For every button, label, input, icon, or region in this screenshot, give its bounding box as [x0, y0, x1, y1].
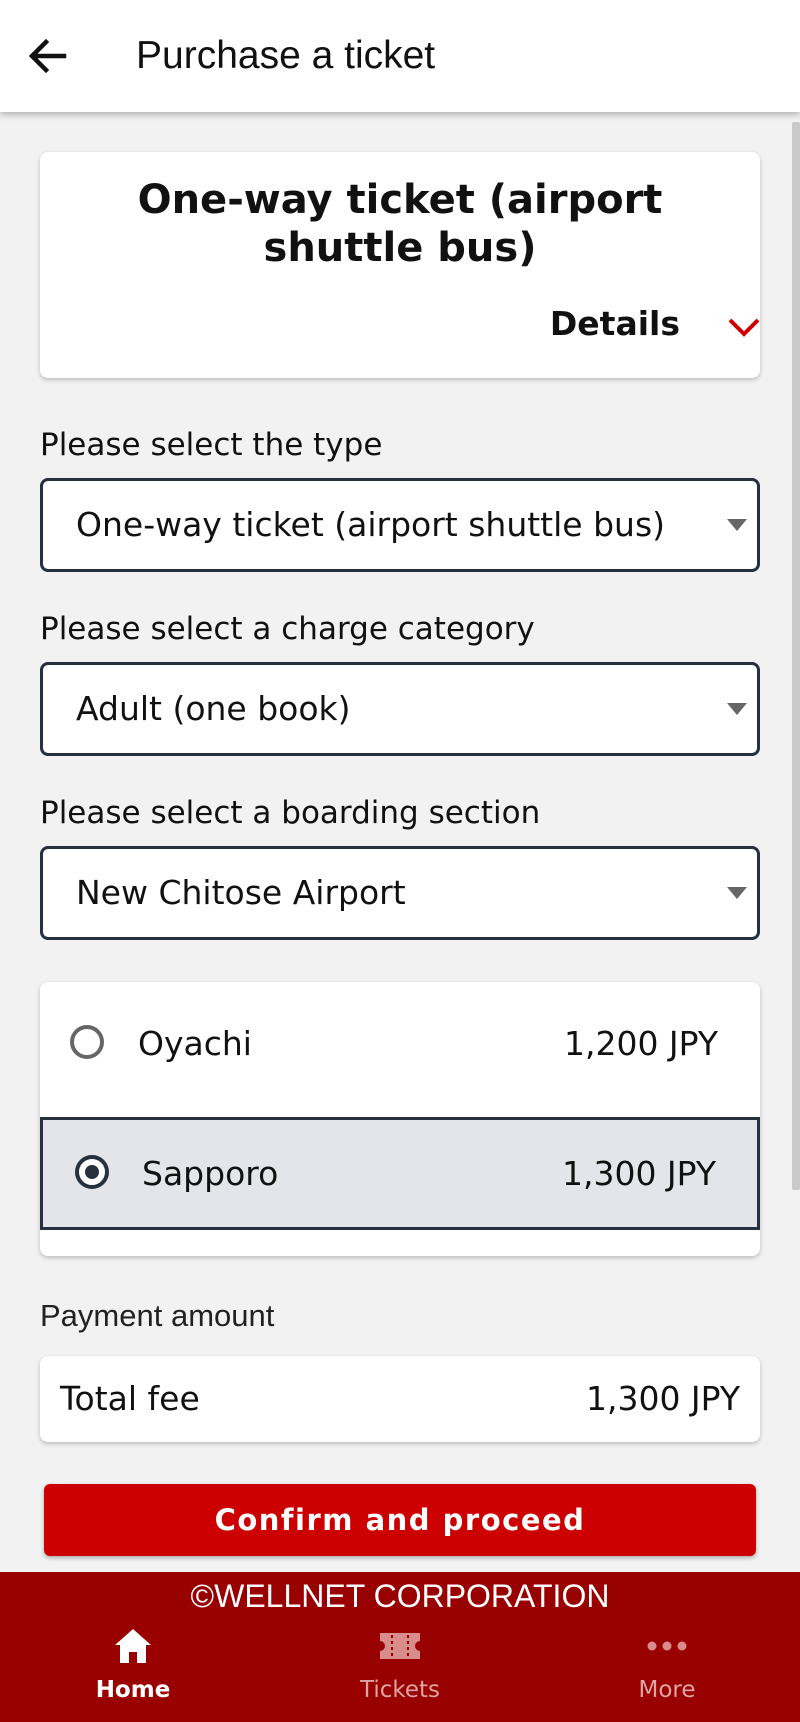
more-dots-icon — [647, 1641, 687, 1651]
charge-category-label: Please select a charge category — [40, 611, 535, 647]
app-bar: Purchase a ticket — [0, 0, 800, 112]
home-icon — [115, 1629, 151, 1663]
type-select[interactable]: One-way ticket (airport shuttle bus) — [40, 478, 760, 572]
dropdown-arrow-icon — [727, 519, 747, 531]
details-toggle-label[interactable]: Details — [550, 302, 680, 346]
confirm-and-proceed-button[interactable]: Confirm and proceed — [44, 1484, 756, 1556]
nav-more-label: More — [638, 1677, 696, 1703]
destination-option-sapporo[interactable]: Sapporo 1,300 JPY — [40, 1117, 760, 1230]
chevron-down-icon — [728, 318, 760, 337]
charge-category-select-value: Adult (one book) — [76, 689, 351, 728]
type-label: Please select the type — [40, 427, 383, 463]
boarding-section-select-value: New Chitose Airport — [76, 873, 406, 912]
arrow-left-icon — [28, 38, 67, 74]
nav-more[interactable]: More — [567, 1624, 767, 1722]
dropdown-arrow-icon — [727, 703, 747, 715]
back-button[interactable] — [22, 30, 74, 82]
destination-options: Oyachi 1,200 JPY Sapporo 1,300 JPY — [40, 982, 760, 1256]
ticket-icon — [380, 1633, 420, 1659]
nav-home[interactable]: Home — [33, 1624, 233, 1722]
nav-tickets[interactable]: Tickets — [300, 1624, 500, 1722]
destination-name: Oyachi — [138, 1024, 252, 1063]
charge-category-select[interactable]: Adult (one book) — [40, 662, 760, 756]
destination-option-oyachi[interactable]: Oyachi 1,200 JPY — [40, 988, 760, 1100]
total-fee-label: Total fee — [60, 1379, 200, 1418]
ticket-title: One-way ticket (airport shuttle bus) — [137, 177, 663, 271]
type-select-value: One-way ticket (airport shuttle bus) — [76, 505, 666, 544]
page-title: Purchase a ticket — [136, 34, 436, 77]
boarding-section-select[interactable]: New Chitose Airport — [40, 846, 760, 940]
radio-dot — [85, 1165, 99, 1179]
nav-tickets-label: Tickets — [359, 1677, 441, 1703]
total-fee-card: Total fee 1,300 JPY — [40, 1356, 760, 1442]
scrollbar[interactable] — [792, 122, 800, 1190]
radio-unchecked-icon[interactable] — [70, 1025, 104, 1059]
bottom-navigation: ©WELLNET CORPORATION Home Tickets More — [0, 1572, 800, 1722]
dropdown-arrow-icon — [727, 887, 747, 899]
destination-name: Sapporo — [142, 1154, 279, 1193]
nav-home-label: Home — [95, 1677, 171, 1703]
payment-amount-label: Payment amount — [40, 1298, 275, 1333]
details-toggle[interactable] — [724, 310, 764, 344]
total-fee-value: 1,300 JPY — [585, 1379, 740, 1418]
boarding-section-label: Please select a boarding section — [40, 795, 541, 831]
destination-price: 1,200 JPY — [563, 1024, 718, 1063]
destination-price: 1,300 JPY — [561, 1154, 716, 1193]
copyright-text: ©WELLNET CORPORATION — [190, 1578, 610, 1614]
radio-checked-icon[interactable] — [75, 1155, 109, 1189]
